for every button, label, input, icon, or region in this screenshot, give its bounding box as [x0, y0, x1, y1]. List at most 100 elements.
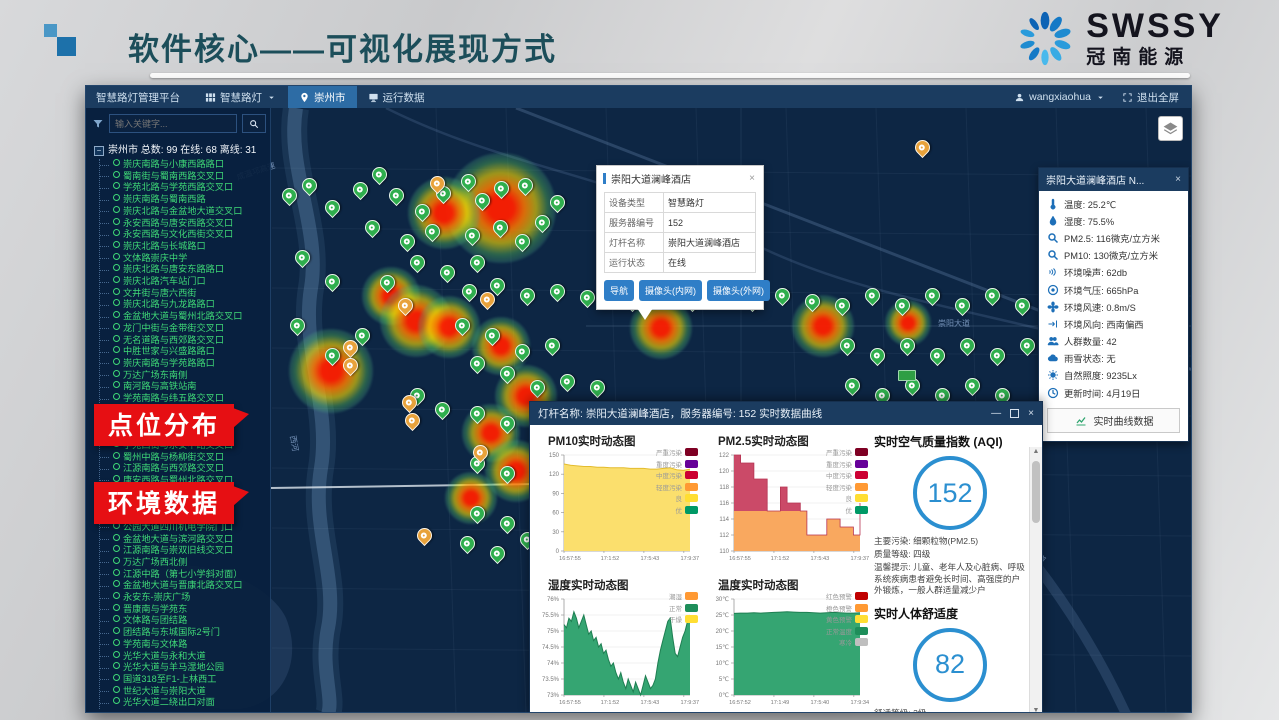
tree-item[interactable]: 文体路与团结路 [100, 615, 266, 627]
tree-item[interactable]: 光华大道二绕出口对面 [100, 697, 266, 709]
nav-item-1[interactable]: 智慧路灯 [194, 86, 288, 108]
tree-item[interactable]: 中胜世家与兴盛路路口 [100, 346, 266, 358]
tree-item[interactable]: 文井街与唐六西街 [100, 288, 266, 300]
tree-item[interactable]: 世纪大道与崇阳大道 [100, 686, 266, 698]
tree-item[interactable]: 永安东-崇庆广场 [100, 592, 266, 604]
tree-item[interactable]: 晋康南与学苑东 [100, 604, 266, 616]
search-input[interactable] [109, 114, 237, 133]
navigate-button[interactable]: 导航 [604, 280, 634, 301]
slide-title: 软件核心——可视化展现方式 [128, 24, 557, 69]
deco-square [57, 37, 76, 56]
tree-item[interactable]: 学苑北路与学苑西路交叉口 [100, 182, 266, 194]
scroll-up-icon[interactable]: ▲ [1033, 447, 1040, 457]
popup-close-icon[interactable]: × [747, 173, 757, 184]
tree-item[interactable]: 龙门中街与金带街交叉口 [100, 323, 266, 335]
env-row-人群数量: 人群数量: 42 [1039, 333, 1188, 350]
streetlight-leaf-icon [113, 674, 120, 681]
svg-text:17:9:37: 17:9:37 [680, 700, 699, 706]
svg-text:17:1:52: 17:1:52 [601, 556, 620, 562]
scroll-thumb[interactable] [1032, 461, 1040, 523]
tree-item[interactable]: 崇庆北路与唐安东路路口 [100, 264, 266, 276]
pm10-chart: PM10实时动态图 严重污染重度污染中度污染轻度污染良优030609012015… [532, 427, 700, 569]
streetlight-leaf-icon [113, 159, 120, 166]
humidity-chart: 湿度实时动态图 潮湿正常干燥73%73.5%74%74.5%75%75.5%76… [532, 571, 700, 712]
env-panel-close-icon[interactable]: × [1175, 174, 1181, 185]
popup-header: 崇阳大道澜峰酒店 × [597, 166, 763, 189]
map-layers-button[interactable] [1158, 116, 1183, 141]
env-row-环境风速: 环境风速: 0.8m/S [1039, 298, 1188, 315]
tree-item[interactable]: 学苑南路与纬五路交叉口 [100, 393, 266, 405]
user-menu[interactable]: wangxiaohua [1014, 91, 1106, 103]
scrollbar[interactable]: ▲ ▼ [1029, 447, 1042, 712]
wind-icon [1047, 318, 1059, 330]
chart-legend: 红色预警橙色预警黄色预警正常温度寒冷 [826, 591, 868, 647]
svg-text:116: 116 [719, 501, 729, 507]
streetlight-leaf-icon [113, 358, 120, 365]
env-row-湿度: 湿度: 75.5% [1039, 212, 1188, 229]
tree-item[interactable]: 万达广场西北侧 [100, 557, 266, 569]
realtime-curve-button[interactable]: 实时曲线数据 [1047, 408, 1180, 433]
popup-table-row: 设备类型智慧路灯 [605, 193, 756, 213]
tree-item[interactable]: 江源中路（第七小学斜对面） [100, 569, 266, 581]
tree-item[interactable]: 光华大道与羊马湿地公园 [100, 662, 266, 674]
logo-mark-icon [1014, 8, 1076, 70]
scroll-down-icon[interactable]: ▼ [1033, 706, 1040, 712]
tree-item[interactable]: 团结路与东城国际2号门 [100, 627, 266, 639]
camera-external-button[interactable]: 摄像头(外网) [707, 280, 770, 301]
chart-legend: 严重污染重度污染中度污染轻度污染良优 [826, 447, 868, 515]
tree-item[interactable]: 文体路崇庆中学 [100, 253, 266, 265]
nav-item-2[interactable]: 崇州市 [288, 86, 357, 108]
tree-item[interactable]: 崇庆北路汽车站门口 [100, 276, 266, 288]
tree-item[interactable]: 无名道路与西郊路交叉口 [100, 335, 266, 347]
minimize-icon[interactable]: — [991, 408, 1001, 419]
caret-icon [266, 92, 277, 103]
tree-item[interactable]: 南河路与高铁站南 [100, 381, 266, 393]
collapse-icon[interactable]: − [94, 146, 104, 156]
tree-item[interactable]: 永安西路与唐安西路交叉口 [100, 218, 266, 230]
tree-item[interactable]: 崇庆南路与小康西路路口 [100, 159, 266, 171]
tree-item[interactable]: 崇庆北路与长城路口 [100, 241, 266, 253]
streetlight-leaf-icon [113, 604, 120, 611]
tree-item[interactable]: 金盆地大道与蜀州北路交叉口 [100, 311, 266, 323]
chart-legend: 严重污染重度污染中度污染轻度污染良优 [656, 447, 698, 515]
curve-panel-body: PM10实时动态图 严重污染重度污染中度污染轻度污染良优030609012015… [530, 425, 1042, 712]
tree-item[interactable]: 崇庆北路与金盆地大道交叉口 [100, 206, 266, 218]
app-window: 智慧路灯管理平台 智慧路灯崇州市运行数据 wangxiaohua 退出全屏 成温… [85, 85, 1192, 713]
tree-item[interactable]: 崇庆北路与九龙路路口 [100, 299, 266, 311]
tree-item[interactable]: 国道318至F1-上林西工 [100, 674, 266, 686]
close-icon[interactable]: × [1028, 408, 1034, 419]
aqi-title: 实时空气质量指数 (AQI) [874, 433, 1026, 450]
tree-item[interactable]: 蜀州中路与杨柳街交叉口 [100, 452, 266, 464]
tree-root[interactable]: −崇州市 总数: 99 在线: 68 离线: 31 [94, 141, 266, 156]
svg-text:16:57:55: 16:57:55 [559, 700, 581, 706]
gauge-icon [1047, 284, 1059, 296]
maximize-icon[interactable] [1010, 409, 1019, 418]
tree-item[interactable]: 永安西路与文化西街交叉口 [100, 229, 266, 241]
aqi-info: 主要污染: 细颗粒物(PM2.5)质量等级: 四级温馨提示: 儿童、老年人及心脏… [874, 536, 1026, 597]
deco-square [44, 24, 57, 37]
search-button[interactable] [242, 114, 266, 133]
svg-text:17:5:43: 17:5:43 [641, 556, 660, 562]
tree-item[interactable]: 光华大道与永和大道 [100, 651, 266, 663]
streetlight-leaf-icon [113, 206, 120, 213]
tree-item[interactable]: 金盆地大道与晋康北路交叉口 [100, 580, 266, 592]
tree-item[interactable]: 崇庆南路与学苑路路口 [100, 358, 266, 370]
tree-item[interactable]: 江源南路与崇双旧线交叉口 [100, 545, 266, 557]
nav-item-3[interactable]: 运行数据 [357, 86, 436, 108]
camera-internal-button[interactable]: 摄像头(内网) [639, 280, 702, 301]
env-row-环境风向: 环境风向: 西南偏西 [1039, 315, 1188, 332]
tree-item[interactable]: 江源南路与西郊路交叉口 [100, 463, 266, 475]
line-chart-icon [1074, 415, 1088, 427]
streetlight-leaf-icon [113, 370, 120, 377]
company-logo: SWSSY 冠南能源 [1014, 8, 1224, 70]
tree-item[interactable]: 学苑南与文体路 [100, 639, 266, 651]
tree-item[interactable]: 万达广场东南侧 [100, 370, 266, 382]
sidebar-search-row [92, 114, 266, 133]
noise-icon [1047, 266, 1059, 278]
streetlight-leaf-icon [113, 218, 120, 225]
exit-fullscreen-button[interactable]: 退出全屏 [1122, 90, 1179, 105]
tree-item[interactable]: 蜀南街与蜀南西路交叉口 [100, 171, 266, 183]
tree-item[interactable]: 金盆地大道与滨河路交叉口 [100, 534, 266, 546]
tree-item[interactable]: 崇庆南路与蜀南西路 [100, 194, 266, 206]
env-row-更新时间: 更新时间: 4月19日 [1039, 384, 1188, 401]
